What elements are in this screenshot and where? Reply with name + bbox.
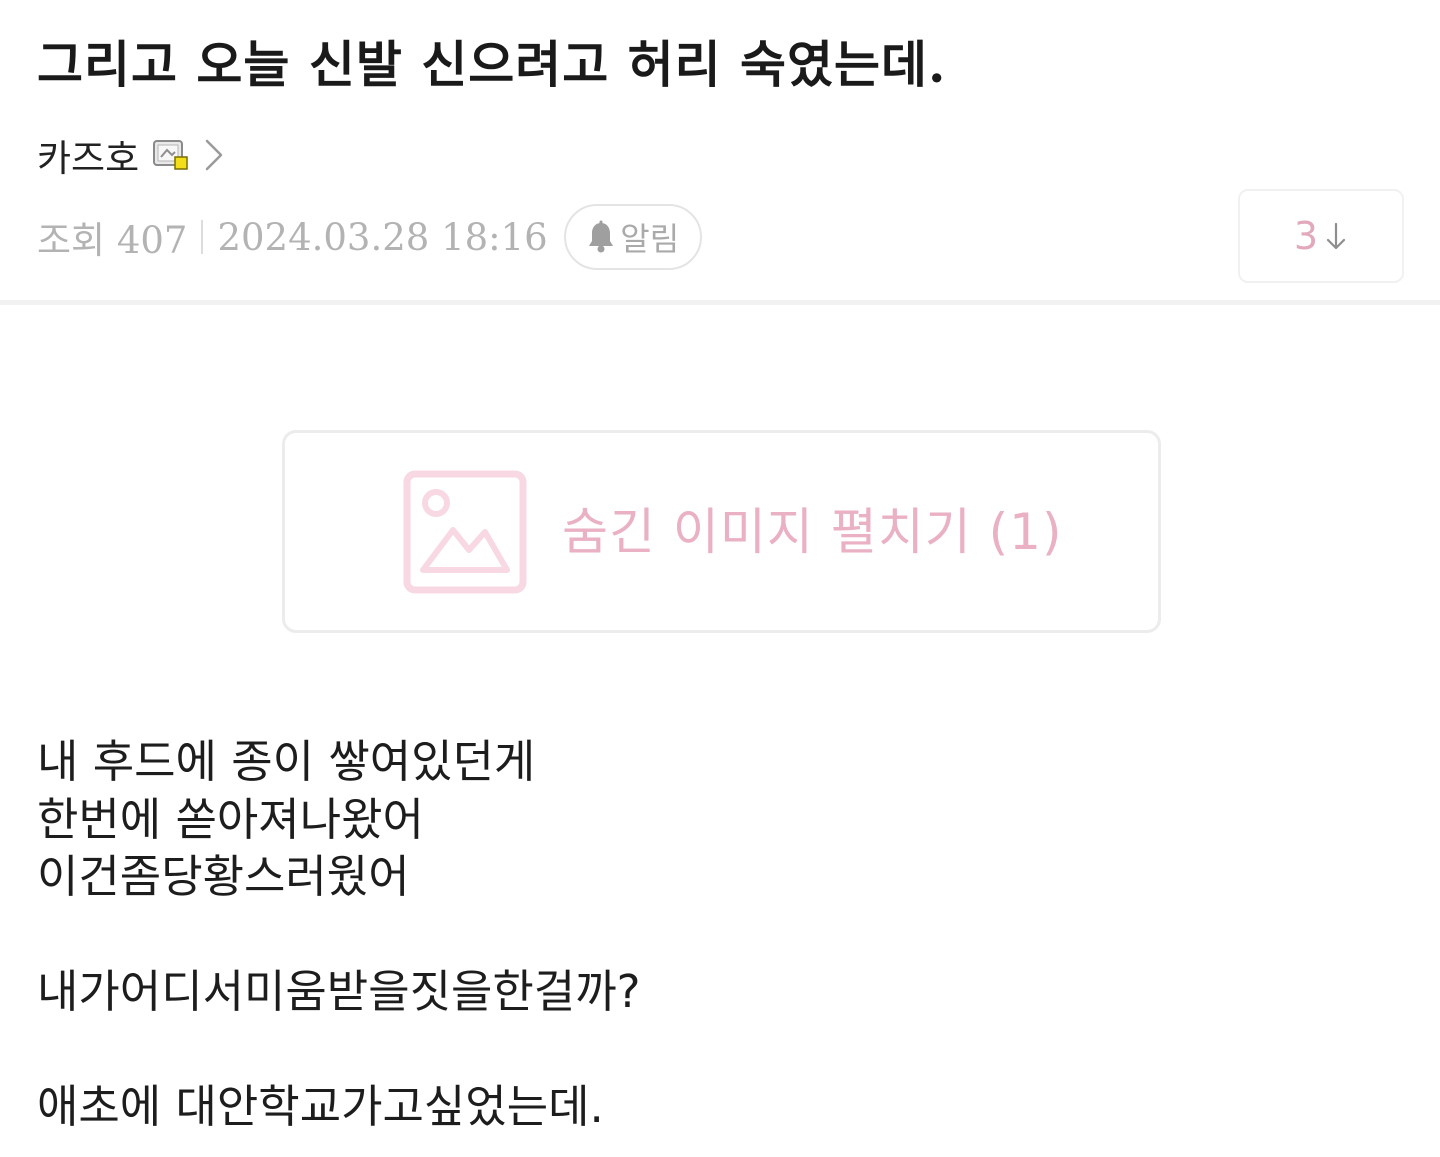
post-title: 그리고 오늘 신발 신으려고 허리 숙였는데. [37, 35, 947, 94]
body-line: 한번에 쏟아져나왔어 [37, 792, 424, 846]
body-line: 내가어디서미움받을짓을한걸까? [37, 965, 641, 1018]
author-name[interactable]: 카즈호 [37, 128, 139, 182]
alarm-button[interactable]: 알림 [563, 204, 702, 270]
meta-row: 조회 407 2024.03.28 18:16 알림 [37, 203, 702, 271]
post-header: 그리고 오늘 신발 신으려고 허리 숙였는데. 카즈호 조회 407 2024.… [0, 0, 1440, 302]
body-line: 내 후드에 종이 쌓여있던게 [37, 735, 536, 788]
author-row[interactable]: 카즈호 [37, 130, 225, 180]
header-divider [0, 300, 1440, 305]
bell-icon [586, 220, 616, 254]
body-line: 이건좀당황스러웠어 [37, 850, 410, 903]
image-placeholder-icon [403, 470, 527, 594]
level-badge-icon [153, 139, 189, 171]
hidden-image-expand-button[interactable]: 숨긴 이미지 펼치기 (1) [282, 430, 1161, 633]
alarm-label: 알림 [620, 220, 680, 258]
body-line: 애초에 대안학교가고싶었는데. [37, 1080, 604, 1133]
post-body: 내 후드에 종이 쌓여있던게 한번에 쏟아져나왔어 이건좀당황스러웠어 내가어디… [37, 733, 1337, 1136]
meta-divider [201, 220, 204, 254]
comment-jump-button[interactable]: 3 [1238, 189, 1404, 283]
comment-count: 3 [1293, 214, 1319, 258]
view-count: 조회 407 [37, 219, 188, 262]
post-date: 2024.03.28 18:16 [217, 215, 548, 259]
chevron-right-icon[interactable] [203, 137, 225, 173]
arrow-down-icon [1324, 219, 1348, 253]
hidden-image-label: 숨긴 이미지 펼치기 (1) [562, 503, 1063, 561]
